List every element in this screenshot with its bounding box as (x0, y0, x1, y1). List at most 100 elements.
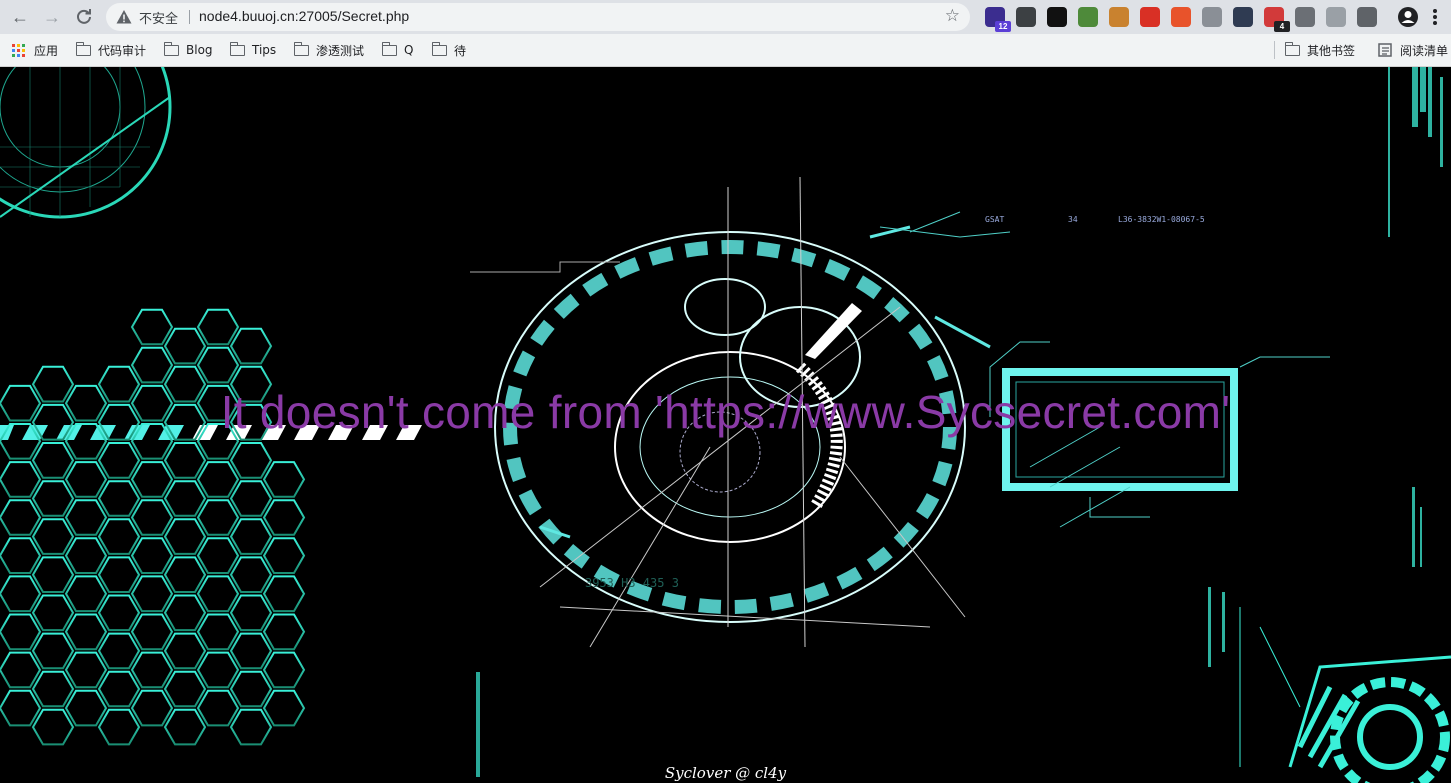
hexagon-shape (130, 613, 174, 651)
bookmark-folder-blog[interactable]: Blog (163, 41, 213, 59)
hexagon-shape (262, 537, 306, 574)
folder-icon (293, 41, 309, 56)
bookmark-star-icon[interactable]: ☆ (945, 6, 960, 26)
hexagon-shape (196, 308, 240, 346)
hud-label-code: L36-3832W1-08067-5 (1118, 215, 1205, 224)
bookmark-folder-audit[interactable]: 代码审计 (75, 41, 147, 59)
hexagon-shape (196, 461, 240, 498)
hexagon-shape (262, 461, 306, 498)
hexagon-shape (196, 651, 240, 689)
profile-avatar-icon[interactable] (1397, 6, 1419, 28)
bookmark-apps-label: 应用 (34, 43, 59, 58)
reload-icon[interactable] (72, 5, 96, 29)
hexagon-shape (97, 442, 141, 479)
footer-credit: Syclover @ cl4y (664, 764, 787, 782)
url-text[interactable]: node4.buuoj.cn:27005/Secret.php (199, 8, 409, 24)
corner-radar-graphic (0, 67, 172, 219)
hexagon-shape (31, 556, 75, 593)
hexagon-shape (97, 480, 141, 517)
vertical-scale-graphic (476, 672, 480, 777)
extensions-puzzle-icon[interactable] (1357, 7, 1377, 27)
hexagon-shape (196, 613, 240, 651)
bookmark-label: 代码审计 (98, 43, 147, 58)
bookmark-folder-q[interactable]: Q (381, 41, 413, 59)
hexagon-shape (97, 556, 141, 593)
menu-kebab-icon[interactable] (1433, 9, 1437, 25)
hexagon-shape (163, 327, 207, 365)
extension-circle-icon[interactable] (1233, 7, 1253, 27)
hexagon-shape (229, 594, 273, 632)
extension-gear-icon[interactable] (1016, 7, 1036, 27)
hexagon-shape (0, 613, 42, 651)
folder-icon (1284, 41, 1300, 56)
extension-h-icon[interactable] (1047, 7, 1067, 27)
hexagon-shape (0, 575, 42, 613)
extension-leaf-icon[interactable] (1078, 7, 1098, 27)
hexagon-shape (229, 632, 273, 670)
hexagon-shape (163, 442, 207, 479)
extension-globe-icon[interactable] (1202, 7, 1222, 27)
extension-target-icon[interactable] (1326, 7, 1346, 27)
hexagon-shape (64, 613, 108, 651)
extension-arrow-icon[interactable] (1295, 7, 1315, 27)
hexagon-shape (196, 537, 240, 574)
hexagon-shape (196, 575, 240, 613)
reading-list-label: 阅读清单 (1400, 43, 1449, 58)
hud-label-low-code: 3953 H3 435 3 (585, 576, 679, 590)
bookmark-folder-pending[interactable]: 待 (431, 41, 467, 59)
bookmark-folder-other[interactable]: 其他书签 (1284, 41, 1355, 59)
address-bar[interactable]: 不安全 node4.buuoj.cn:27005/Secret.php ☆ (106, 3, 970, 31)
hexagon-shape (0, 499, 42, 536)
not-secure-warning-icon[interactable] (116, 9, 132, 25)
hexagon-shape (229, 442, 273, 479)
extension-redirect-icon[interactable] (1140, 7, 1160, 27)
bookmark-apps[interactable]: 应用 (12, 41, 58, 59)
back-icon[interactable]: ← (8, 5, 32, 29)
bookmarks-divider (1274, 41, 1275, 59)
right-bars-graphic (1208, 67, 1443, 667)
hexagon-shape (163, 594, 207, 632)
extension-network-icon[interactable] (1171, 7, 1191, 27)
hexagon-shape (97, 518, 141, 555)
bookmark-label: 渗透测试 (316, 43, 365, 58)
hexagon-shape (0, 461, 42, 498)
hexagon-shape (163, 518, 207, 555)
folder-icon (229, 41, 245, 56)
hexagon-shape (262, 651, 306, 689)
hexagon-shape (163, 556, 207, 593)
hexagon-shape (196, 689, 240, 727)
hexagon-shape (31, 518, 75, 555)
hexagon-shape (229, 670, 273, 708)
hexagon-shape (64, 689, 108, 727)
hexagon-shape (64, 651, 108, 689)
hexagon-shape (130, 575, 174, 613)
folder-icon (163, 41, 179, 56)
hexagon-shape (97, 594, 141, 632)
hexagon-shape (196, 499, 240, 536)
bookmark-folder-tips[interactable]: Tips (229, 41, 277, 59)
hexagon-shape (31, 632, 75, 670)
hexagon-shape (0, 537, 42, 574)
hud-label-gsat: GSAT (985, 215, 1004, 224)
folder-icon (431, 41, 447, 56)
bookmark-label: Tips (252, 43, 277, 57)
extension-ar-icon[interactable]: 12 (985, 7, 1011, 32)
forward-icon[interactable]: → (40, 5, 64, 29)
apps-grid-icon (12, 43, 25, 57)
extension-proxy-icon[interactable]: 4 (1264, 7, 1290, 32)
hexagon-shape (31, 708, 75, 746)
bookmark-label: 待 (454, 43, 467, 58)
extension-cookie-icon[interactable] (1109, 7, 1129, 27)
reading-list[interactable]: 阅读清单 (1378, 41, 1448, 59)
extension-badge: 4 (1274, 21, 1290, 32)
hexagon-shape (163, 670, 207, 708)
hexagon-shape (64, 499, 108, 536)
hexagon-shape (262, 613, 306, 651)
bookmarks-bar: 应用 代码审计 Blog Tips 渗透测试 Q 待 其他书签 阅读清单 (0, 34, 1451, 67)
reading-list-icon (1378, 43, 1392, 57)
hexagon-shape (97, 632, 141, 670)
bookmark-folder-pentest[interactable]: 渗透测试 (293, 41, 365, 59)
hexagon-shape (262, 689, 306, 727)
extension-badge: 12 (995, 21, 1011, 32)
security-label[interactable]: 不安全 (139, 8, 178, 27)
